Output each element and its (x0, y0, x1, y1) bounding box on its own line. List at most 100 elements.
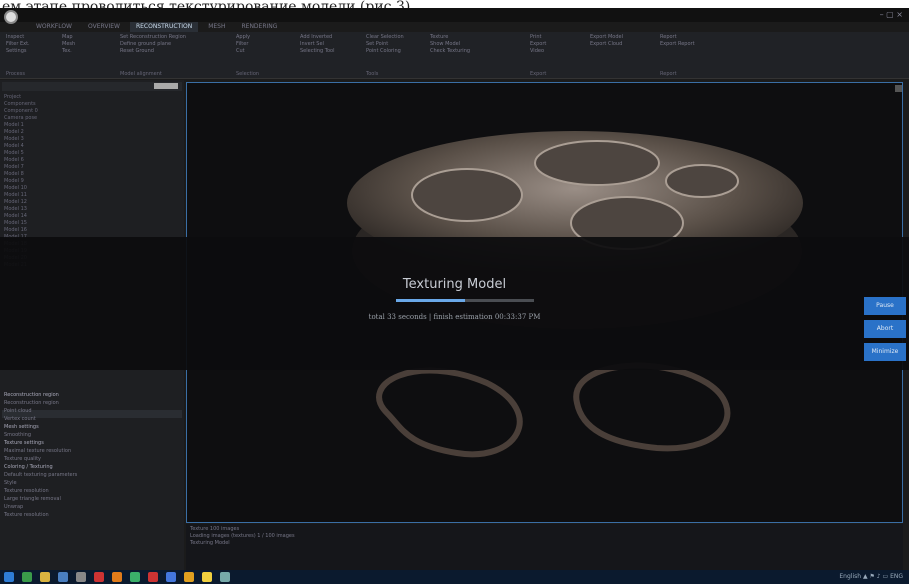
tree-go-button[interactable] (154, 83, 178, 89)
tree-row[interactable]: Model 14 (4, 213, 180, 219)
ribbon-group-label: Report (660, 71, 677, 77)
tree-row[interactable]: Model 9 (4, 178, 180, 184)
tab-overview[interactable]: OVERVIEW (82, 22, 126, 32)
ribbon-command[interactable]: Filter (236, 41, 250, 48)
ribbon-command[interactable]: Mesh (62, 41, 75, 48)
tab-rendering[interactable]: RENDERING (235, 22, 283, 32)
tree-row[interactable]: Model 3 (4, 136, 180, 142)
tree-row[interactable]: Component 0 (4, 108, 180, 114)
ribbon-command[interactable]: Check Texturing (430, 48, 470, 55)
viewport-corner-button[interactable] (895, 85, 902, 92)
tree-row[interactable]: Model 10 (4, 185, 180, 191)
property-section[interactable]: Mesh settings (4, 424, 180, 431)
ribbon-group: Report Export Report (660, 34, 695, 48)
property-row[interactable]: Maximal texture resolution (4, 448, 180, 455)
tab-mesh[interactable]: MESH (202, 22, 231, 32)
tab-workflow[interactable]: WORKFLOW (30, 22, 78, 32)
ribbon-group: Print Export Video (530, 34, 546, 55)
ribbon-command[interactable]: Export (530, 41, 546, 48)
ribbon-command[interactable]: Export Cloud (590, 41, 623, 48)
tree-row[interactable]: Camera pose (4, 115, 180, 121)
ribbon-group-label: Export (530, 71, 547, 77)
ribbon-command[interactable]: Map (62, 34, 75, 41)
window-controls[interactable]: – ▢ × (880, 10, 903, 19)
taskbar: English ▲ ⚑ ♪ ▭ ENG (0, 570, 909, 584)
taskbar-app-icon[interactable] (220, 572, 230, 582)
tree-row[interactable]: Project (4, 94, 180, 100)
ribbon-command[interactable]: Report (660, 34, 695, 41)
taskbar-app-icon[interactable] (94, 572, 104, 582)
property-row[interactable]: Texture resolution (4, 488, 180, 495)
tree-row[interactable]: Model 16 (4, 227, 180, 233)
taskbar-app-icon[interactable] (58, 572, 68, 582)
tab-reconstruction[interactable]: RECONSTRUCTION (129, 22, 199, 32)
taskbar-app-icon[interactable] (22, 572, 32, 582)
progress-title: Texturing Model (402, 277, 507, 292)
property-row[interactable]: Default texturing parameters (4, 472, 180, 479)
taskbar-app-icon[interactable] (76, 572, 86, 582)
property-section[interactable]: Coloring / Texturing (4, 464, 180, 471)
tree-row[interactable]: Model 12 (4, 199, 180, 205)
taskbar-app-icon[interactable] (202, 572, 212, 582)
progress-bar-fill (396, 299, 465, 302)
property-row[interactable]: Point cloud (4, 408, 180, 415)
property-row[interactable]: Texture resolution (4, 512, 180, 519)
property-row[interactable]: Reconstruction region (4, 400, 180, 407)
tree-row[interactable]: Model 2 (4, 129, 180, 135)
system-tray[interactable]: English ▲ ⚑ ♪ ▭ ENG (839, 573, 903, 580)
tree-row[interactable]: Model 11 (4, 192, 180, 198)
ribbon-command[interactable]: Show Model (430, 41, 470, 48)
taskbar-app-icon[interactable] (166, 572, 176, 582)
ribbon-command[interactable]: Cut (236, 48, 250, 55)
tree-row[interactable]: Components (4, 101, 180, 107)
ribbon-command[interactable]: Export Report (660, 41, 695, 48)
property-section[interactable]: Reconstruction region (4, 392, 180, 399)
ribbon-command[interactable]: Clear Selection (366, 34, 404, 41)
ribbon-command[interactable]: Add Inverted (300, 34, 334, 41)
ribbon-command[interactable]: Selecting Tool (300, 48, 334, 55)
property-section[interactable]: Texture settings (4, 440, 180, 447)
property-row[interactable]: Style (4, 480, 180, 487)
taskbar-app-icon[interactable] (148, 572, 158, 582)
property-row[interactable]: Unwrap (4, 504, 180, 511)
taskbar-app-icon[interactable] (130, 572, 140, 582)
ribbon-group: Texture Show Model Check Texturing (430, 34, 470, 55)
tree-row[interactable]: Model 13 (4, 206, 180, 212)
tree-row[interactable]: Model 4 (4, 143, 180, 149)
ribbon-command[interactable]: Invert Sel (300, 41, 334, 48)
ribbon-command[interactable]: Reset Ground (120, 48, 186, 55)
property-row[interactable]: Vertex count (4, 416, 180, 423)
ribbon-command[interactable]: Set Point (366, 41, 404, 48)
tree-row[interactable]: Model 8 (4, 171, 180, 177)
tree-row[interactable]: Model 5 (4, 150, 180, 156)
tree-row[interactable]: Model 6 (4, 157, 180, 163)
tree-row[interactable]: Model 15 (4, 220, 180, 226)
ribbon-command[interactable]: Tex. (62, 48, 75, 55)
tree-row[interactable]: Model 7 (4, 164, 180, 170)
ribbon-command[interactable]: Filter Ext. (6, 41, 30, 48)
ribbon-command[interactable]: Export Model (590, 34, 623, 41)
property-row[interactable]: Smoothing (4, 432, 180, 439)
ribbon-command[interactable]: Print (530, 34, 546, 41)
minimize-button[interactable]: Minimize (864, 343, 906, 361)
ribbon-command[interactable]: Settings (6, 48, 30, 55)
title-bar: – ▢ × (0, 8, 909, 24)
ribbon-command[interactable]: Video (530, 48, 546, 55)
ribbon-command[interactable]: Define ground plane (120, 41, 186, 48)
folder-icon[interactable] (40, 572, 50, 582)
abort-button[interactable]: Abort (864, 320, 906, 338)
tree-row[interactable]: Model 1 (4, 122, 180, 128)
ribbon-command[interactable]: Inspect (6, 34, 30, 41)
property-row[interactable]: Texture quality (4, 456, 180, 463)
ribbon-command[interactable]: Texture (430, 34, 470, 41)
property-row[interactable]: Large triangle removal (4, 496, 180, 503)
start-icon[interactable] (4, 572, 14, 582)
ribbon-command[interactable]: Apply (236, 34, 250, 41)
ribbon-command[interactable]: Point Coloring (366, 48, 404, 55)
ribbon-command[interactable]: Set Reconstruction Region (120, 34, 186, 41)
taskbar-app-icon[interactable] (184, 572, 194, 582)
taskbar-app-icon[interactable] (112, 572, 122, 582)
wheel-spoke (411, 168, 523, 222)
pause-button[interactable]: Pause (864, 297, 906, 315)
ribbon-group: Apply Filter Cut (236, 34, 250, 55)
